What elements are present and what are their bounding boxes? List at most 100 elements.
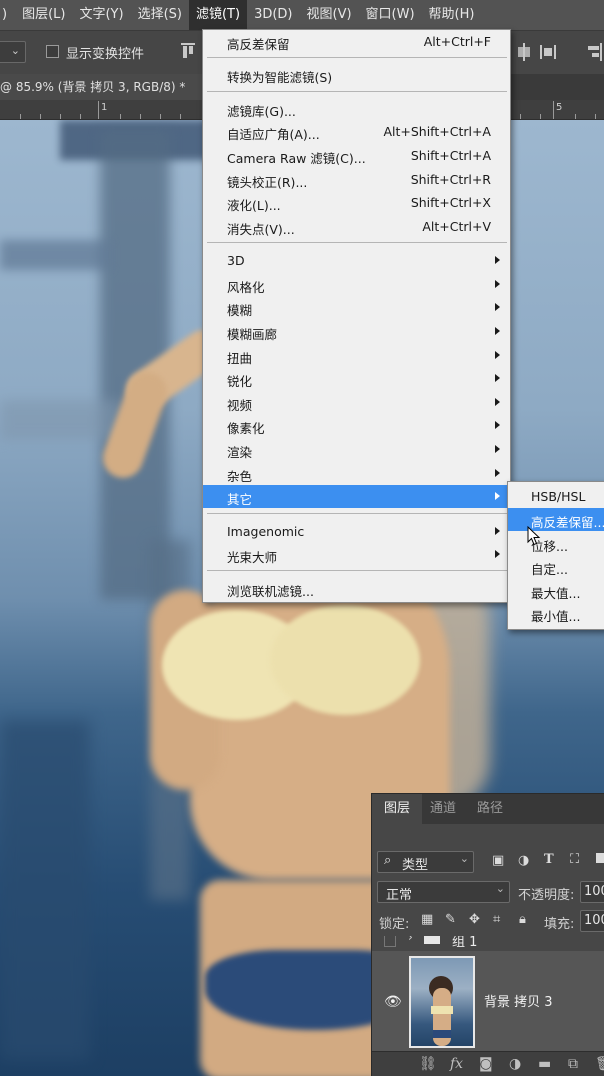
fill-field[interactable]: 100 [580,910,604,932]
group-name: 组 1 [452,936,478,950]
submenu-item-custom[interactable]: 自定... [508,555,604,578]
menu-item-light-beam-master[interactable]: 光束大师 [203,543,510,566]
chevron-down-icon: ⌄ [459,852,469,865]
menu-item-blur-gallery[interactable]: 模糊画廊 [203,320,510,343]
lock-position-icon[interactable]: ✥ [469,912,480,927]
ruler-number: 5 [556,102,563,113]
menu-item-vanishing-point[interactable]: 消失点(V)... Alt+Ctrl+V [203,215,510,238]
type-filter-icon[interactable]: T [544,852,554,867]
fill-label: 填充: [544,917,575,932]
new-group-icon[interactable]: ▬ [538,1056,551,1072]
menu-3d[interactable]: 3D(D) [247,0,299,30]
menu-item-browse-filters-online[interactable]: 浏览联机滤镜... [203,577,510,600]
mouse-cursor-icon [527,526,541,546]
tool-preset-dropdown[interactable]: ⌄ [0,41,26,63]
menu-item-noise[interactable]: 杂色 [203,462,510,485]
menu-item-distort[interactable]: 扭曲 [203,344,510,367]
menu-item-adaptive-wide-angle[interactable]: 自适应广角(A)... Alt+Shift+Ctrl+A [203,120,510,143]
tab-channels[interactable]: 通道 [430,794,456,824]
delete-layer-icon[interactable]: 🗑︎ [595,1056,604,1072]
new-adjustment-layer-icon[interactable]: ◑ [509,1056,521,1072]
adjustment-filter-icon[interactable]: ◑ [518,853,529,868]
menu-item-lens-correction[interactable]: 镜头校正(R)... Shift+Ctrl+R [203,168,510,191]
submenu-arrow-icon [495,374,500,382]
menu-layer[interactable]: 图层(L) [15,0,72,30]
document-tab[interactable]: @ 85.9% (背景 拷贝 3, RGB/8) * [0,74,210,100]
submenu-item-hsb-hsl[interactable]: HSB/HSL [508,485,604,508]
submenu-arrow-icon [495,421,500,429]
menu-item-camera-raw[interactable]: Camera Raw 滤镜(C)... Shift+Ctrl+A [203,144,510,167]
menu-item-filter-gallery[interactable]: 滤镜库(G)... [203,97,510,120]
layers-panel: 图层 通道 路径 ⌕ 类型 ⌄ ▣ ◑ T ⛶ 正常 ⌄ 不透明度: 100 锁… [371,793,604,1076]
menu-separator [207,570,507,571]
eye-icon[interactable]: 👁︎ [384,994,402,1010]
menu-help[interactable]: 帮助(H) [422,0,482,30]
menu-filter[interactable]: 滤镜(T) [188,0,248,30]
folder-icon [424,936,440,944]
menu-view[interactable]: 视图(V) [300,0,359,30]
submenu-arrow-icon [495,280,500,288]
submenu-item-high-pass[interactable]: 高反差保留... [508,508,604,531]
menu-type[interactable]: 文字(Y) [72,0,130,30]
menu-item-3d[interactable]: 3D [203,249,510,272]
lock-image-pixels-icon[interactable]: ✎ [445,912,456,927]
add-layer-style-icon[interactable]: fx [450,1056,463,1072]
submenu-item-maximum[interactable]: 最大值... [508,579,604,602]
visibility-toggle[interactable] [384,936,396,947]
blend-mode-label: 正常 [386,888,413,903]
menu-item-render[interactable]: 渲染 [203,438,510,461]
tab-paths[interactable]: 路径 [477,794,503,824]
submenu-arrow-icon [495,469,500,477]
menu-item-other[interactable]: 其它 [203,485,510,508]
show-transform-controls-label: 显示变换控件 [66,47,145,62]
menu-separator [207,91,507,92]
smart-object-filter-icon[interactable] [596,853,604,863]
lock-transparent-pixels-icon[interactable]: ▦ [421,912,433,927]
menu-select[interactable]: 选择(S) [131,0,189,30]
align-top-icon[interactable] [181,43,197,61]
layer-row-selected[interactable]: 👁︎ 背景 拷贝 3 [372,951,604,1051]
filter-menu: 高反差保留 Alt+Ctrl+F 转换为智能滤镜(S) 滤镜库(G)... 自适应… [202,29,511,603]
layer-filter-dropdown[interactable]: ⌕ 类型 ⌄ [377,851,474,873]
submenu-arrow-icon [495,527,500,535]
other-submenu: HSB/HSL 高反差保留... 位移... 自定... 最大值... 最小值.… [507,481,604,630]
menu-separator [207,57,507,58]
filter-kind-label: 类型 [402,858,429,873]
new-layer-icon[interactable]: ⧉ [568,1056,578,1072]
submenu-item-minimum[interactable]: 最小值... [508,602,604,625]
chevron-right-icon[interactable]: › [408,936,413,944]
menu-item-blur[interactable]: 模糊 [203,296,510,319]
menu-item-liquify[interactable]: 液化(L)... Shift+Ctrl+X [203,191,510,214]
add-mask-icon[interactable]: ◙ [479,1056,493,1072]
blend-mode-dropdown[interactable]: 正常 ⌄ [377,881,510,903]
menu-item-sharpen[interactable]: 锐化 [203,367,510,390]
lock-all-icon[interactable]: 🔒︎ [519,912,526,927]
opacity-field[interactable]: 100 [580,881,604,903]
distribute-icon[interactable] [516,43,532,61]
menu-separator [207,513,507,514]
layer-group-row[interactable]: › 组 1 [372,936,604,951]
show-transform-controls-checkbox[interactable] [46,45,59,58]
align-right-icon[interactable] [586,43,602,61]
menu-item-stylize[interactable]: 风格化 [203,273,510,296]
link-layers-icon[interactable]: ⛓ [419,1056,437,1072]
search-icon: ⌕ [384,853,392,868]
menu-item-imagenomic[interactable]: Imagenomic [203,520,510,543]
distribute-horizontal-icon[interactable] [540,43,556,61]
menu-item-last-filter[interactable]: 高反差保留 Alt+Ctrl+F [203,30,510,53]
artboard-lock-icon[interactable]: ⌗ [493,912,500,927]
menu-item-pixelate[interactable]: 像素化 [203,414,510,437]
submenu-arrow-icon [495,303,500,311]
image-filter-icon[interactable]: ▣ [492,853,504,868]
submenu-item-offset[interactable]: 位移... [508,532,604,555]
shape-filter-icon[interactable]: ⛶ [570,852,579,867]
menu-item-convert-smart-filters[interactable]: 转换为智能滤镜(S) [203,63,510,86]
tab-layers[interactable]: 图层 [372,794,423,824]
menu-window[interactable]: 窗口(W) [359,0,422,30]
submenu-arrow-icon [495,550,500,558]
chevron-down-icon: ⌄ [495,882,505,895]
submenu-arrow-icon [495,351,500,359]
menu-partial[interactable]: ) [0,0,15,30]
menu-item-video[interactable]: 视频 [203,391,510,414]
lock-label: 锁定: [379,917,410,932]
